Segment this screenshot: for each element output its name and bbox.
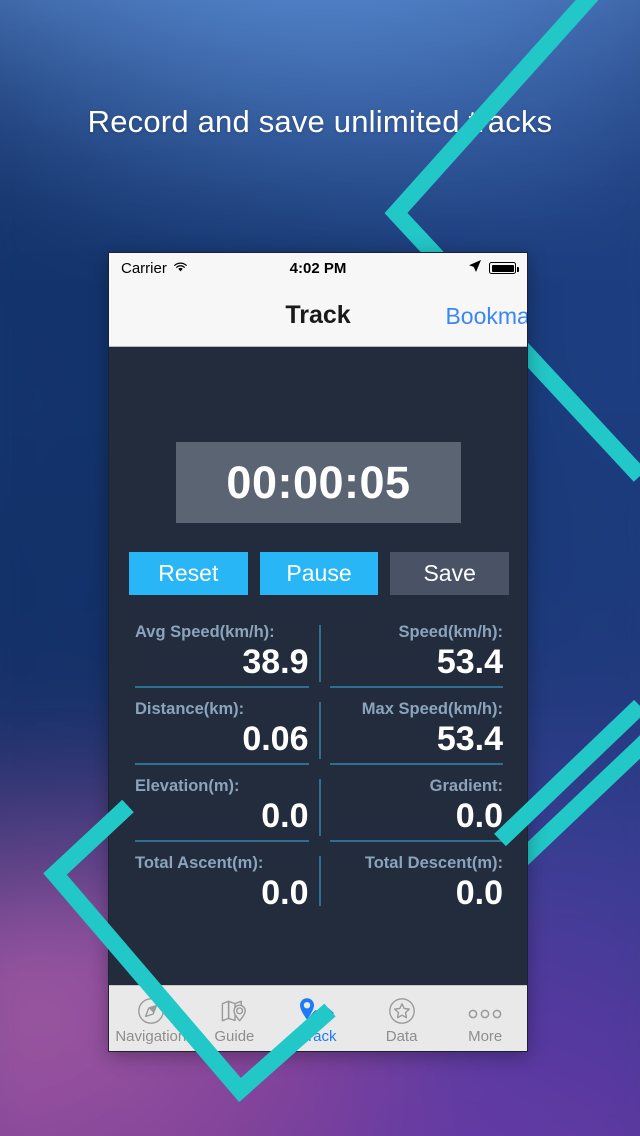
stat-underline xyxy=(329,840,503,843)
stat-label: Gradient: xyxy=(429,777,503,796)
tab-bar: Navigation Guide Track Data More xyxy=(109,985,527,1051)
stat-label: Max Speed(km/h): xyxy=(361,700,503,719)
save-button[interactable]: Save xyxy=(390,552,510,595)
timer-controls: Reset Pause Save xyxy=(129,552,510,595)
navigation-bar: Track Bookmark xyxy=(109,283,527,347)
stat-label: Total Ascent(m): xyxy=(135,854,264,873)
stat-label: Total Descent(m): xyxy=(364,854,503,873)
tab-data[interactable]: Data xyxy=(360,986,444,1051)
stat-label: Distance(km): xyxy=(135,700,245,719)
stat-distance: Distance(km): 0.06 xyxy=(125,692,319,769)
tab-label: Data xyxy=(385,1028,418,1045)
reset-button[interactable]: Reset xyxy=(129,552,248,595)
status-bar-right xyxy=(468,259,527,277)
compass-icon xyxy=(136,994,166,1026)
tab-label: Guide xyxy=(214,1028,255,1045)
stat-underline xyxy=(135,686,309,689)
stat-value: 0.0 xyxy=(261,797,309,836)
stat-label: Elevation(m): xyxy=(135,777,240,796)
star-circle-icon xyxy=(387,994,417,1026)
track-route-icon xyxy=(296,994,340,1026)
timer-display: 00:00:05 xyxy=(176,442,461,523)
ellipsis-icon xyxy=(465,994,505,1026)
status-bar-time: 4:02 PM xyxy=(289,259,347,277)
tab-navigation[interactable]: Navigation xyxy=(109,986,193,1051)
timer-value: 00:00:05 xyxy=(226,456,411,508)
stat-speed: Speed(km/h): 53.4 xyxy=(320,615,514,692)
stat-elevation: Elevation(m): 0.0 xyxy=(125,769,319,846)
stat-max-speed: Max Speed(km/h): 53.4 xyxy=(320,692,514,769)
stat-gradient: Gradient: 0.0 xyxy=(320,769,514,846)
stat-underline xyxy=(135,763,309,766)
stat-underline xyxy=(329,686,503,689)
stat-label: Avg Speed(km/h): xyxy=(135,623,275,641)
stat-underline xyxy=(329,763,503,766)
stat-total-descent: Total Descent(m): 0.0 xyxy=(320,846,514,916)
pause-button[interactable]: Pause xyxy=(259,552,379,595)
tab-more[interactable]: More xyxy=(443,986,527,1051)
tab-label: Track xyxy=(299,1028,337,1045)
stat-label: Speed(km/h): xyxy=(398,623,503,641)
tab-label: Navigation xyxy=(115,1028,187,1045)
bookmark-button[interactable]: Bookmark xyxy=(445,303,527,330)
battery-full-icon xyxy=(489,262,519,274)
stat-value: 0.06 xyxy=(242,720,309,759)
stat-underline xyxy=(135,840,309,843)
stat-total-ascent: Total Ascent(m): 0.0 xyxy=(125,846,319,916)
track-screen: 00:00:05 Reset Pause Save Avg Speed(km/h… xyxy=(109,347,527,1051)
location-arrow-icon xyxy=(468,259,482,277)
stats-grid: Avg Speed(km/h): 38.9 Speed(km/h): 53.4 … xyxy=(125,615,513,916)
stat-avg-speed: Avg Speed(km/h): 38.9 xyxy=(125,615,319,692)
phone-mockup: Carrier 4:02 PM Track Bookmark 00:00:05 … xyxy=(108,252,528,1052)
status-bar: Carrier 4:02 PM xyxy=(109,253,527,283)
tab-track[interactable]: Track xyxy=(276,986,360,1051)
tab-label: More xyxy=(468,1028,503,1045)
stat-value: 53.4 xyxy=(436,643,503,681)
stat-value: 38.9 xyxy=(242,643,309,681)
stat-value: 0.0 xyxy=(455,874,503,913)
stat-value: 0.0 xyxy=(261,874,309,913)
stat-value: 0.0 xyxy=(455,797,503,836)
page-title: Record and save unlimited tracks xyxy=(87,104,553,139)
stat-value: 53.4 xyxy=(436,720,503,759)
tab-guide[interactable]: Guide xyxy=(193,986,277,1051)
map-pin-icon xyxy=(219,994,249,1026)
